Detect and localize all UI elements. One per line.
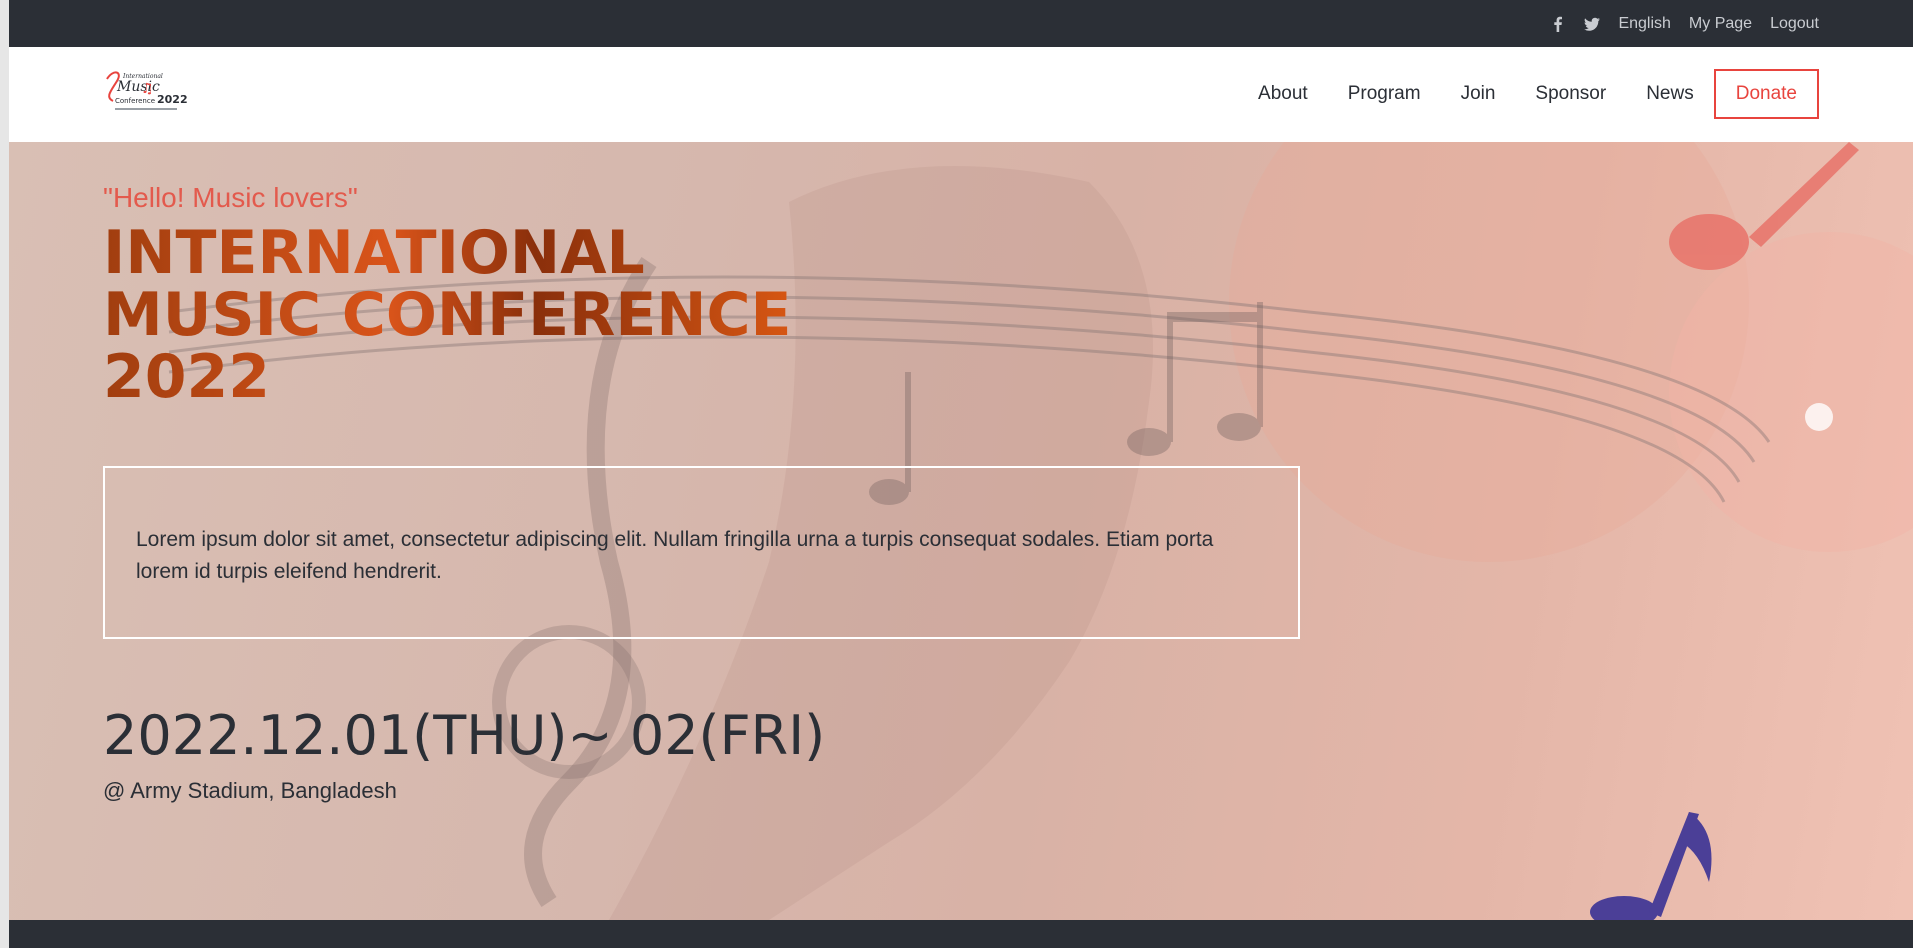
logo-line-3: Conference [115, 97, 155, 105]
site-header: International Music ♫ Conference 2022 Ab… [9, 47, 1913, 142]
nav-program[interactable]: Program [1348, 83, 1421, 105]
nav-sponsor[interactable]: Sponsor [1535, 83, 1606, 105]
hero-title-line-3: 2022 [103, 342, 270, 412]
svg-text:♫: ♫ [141, 81, 154, 97]
bottom-strip [9, 920, 1913, 948]
hero-section: "Hello! Music lovers" INTERNATIONAL MUSI… [9, 142, 1913, 920]
hero-title-line-2: MUSIC CONFERENCE [103, 280, 792, 350]
donate-button[interactable]: Donate [1713, 69, 1819, 119]
nav-about[interactable]: About [1258, 83, 1308, 105]
hero-greeting: "Hello! Music lovers" [103, 182, 358, 213]
nav-news[interactable]: News [1646, 83, 1694, 105]
my-page-link[interactable]: My Page [1689, 15, 1752, 33]
main-navigation: About Program Join Sponsor News Donate [1218, 67, 1819, 121]
logo-year: 2022 [157, 93, 188, 106]
logout-link[interactable]: Logout [1770, 15, 1819, 33]
top-utility-bar: English My Page Logout [9, 0, 1913, 47]
browser-frame-edge [0, 0, 9, 948]
event-venue: @ Army Stadium, Bangladesh [103, 778, 397, 803]
facebook-icon[interactable] [1550, 16, 1566, 32]
nav-join[interactable]: Join [1461, 83, 1496, 105]
hero-description-box: Lorem ipsum dolor sit amet, consectetur … [103, 466, 1300, 639]
hero-description: Lorem ipsum dolor sit amet, consectetur … [136, 528, 1214, 583]
twitter-icon[interactable] [1584, 16, 1601, 32]
event-date: 2022.12.01(THU)~ 02(FRI) [103, 704, 826, 767]
hero-title: INTERNATIONAL MUSIC CONFERENCE 2022 [103, 222, 823, 408]
language-link[interactable]: English [1618, 15, 1670, 33]
site-logo[interactable]: International Music ♫ Conference 2022 [103, 67, 189, 115]
page: English My Page Logout International Mus… [9, 0, 1913, 948]
top-utility-links: English My Page Logout [1550, 0, 1819, 47]
hero-title-line-1: INTERNATIONAL [103, 218, 645, 288]
